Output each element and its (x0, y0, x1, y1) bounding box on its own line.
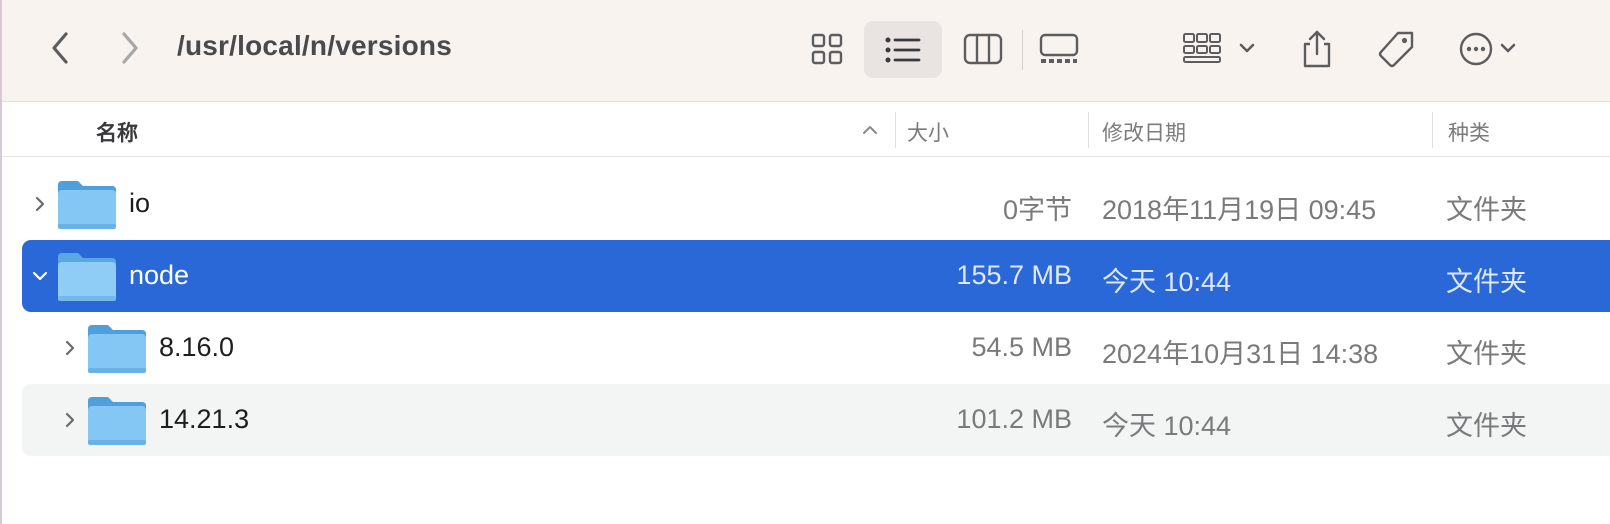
chevron-right-icon[interactable] (30, 194, 50, 214)
table-row[interactable]: 14.21.3 101.2 MB 今天 10:44 文件夹 (22, 384, 1610, 456)
row-name: io (129, 188, 151, 218)
gallery-view-button[interactable] (1034, 26, 1084, 72)
sort-ascending-icon[interactable] (860, 120, 880, 140)
folder-icon (88, 397, 146, 445)
row-name: 8.16.0 (159, 332, 235, 362)
row-name: 14.21.3 (159, 404, 250, 434)
column-view-button[interactable] (958, 26, 1008, 72)
row-kind: 文件夹 (1446, 267, 1527, 297)
column-header-size[interactable]: 大小 (907, 117, 949, 147)
row-size: 101.2 MB (956, 404, 1072, 434)
row-date: 2018年11月19日 09:45 (1102, 195, 1377, 225)
row-date: 2024年10月31日 14:38 (1102, 339, 1379, 369)
share-icon (1303, 30, 1331, 68)
column-divider[interactable] (1432, 112, 1433, 148)
tag-button[interactable] (1372, 26, 1420, 74)
row-kind: 文件夹 (1446, 195, 1527, 225)
folder-icon (58, 253, 116, 301)
ellipsis-circle-icon (1459, 32, 1516, 66)
table-row[interactable]: 8.16.0 54.5 MB 2024年10月31日 14:38 文件夹 (22, 312, 1610, 384)
share-button[interactable] (1294, 24, 1340, 74)
back-button[interactable] (40, 28, 80, 68)
row-size-cell: 101.2 MB (872, 384, 1072, 456)
more-actions-button[interactable] (1458, 26, 1530, 72)
grid-view-icon (811, 33, 843, 65)
group-menu-button[interactable] (1182, 26, 1264, 72)
table-row-selected[interactable]: node 155.7 MB 今天 10:44 文件夹 (22, 240, 1610, 312)
list-view-button[interactable] (864, 21, 942, 78)
row-size-cell: 0字节 (872, 168, 1072, 240)
forward-button[interactable] (110, 28, 150, 68)
row-kind: 文件夹 (1446, 339, 1527, 369)
folder-icon (88, 325, 146, 373)
chevron-right-icon[interactable] (60, 410, 80, 430)
chevron-left-icon (52, 32, 68, 64)
row-size: 54.5 MB (971, 332, 1072, 362)
table-row[interactable]: io 0字节 2018年11月19日 09:45 文件夹 (22, 168, 1610, 240)
column-header-name[interactable]: 名称 (96, 117, 138, 147)
column-divider[interactable] (1088, 112, 1089, 148)
list-view-icon (885, 37, 921, 62)
row-size-cell: 54.5 MB (872, 312, 1072, 384)
group-icon (1183, 33, 1255, 63)
column-view-icon (963, 33, 1003, 65)
chevron-down-icon[interactable] (30, 266, 50, 286)
chevron-right-icon[interactable] (60, 338, 80, 358)
tag-icon (1378, 31, 1414, 68)
row-size-cell: 155.7 MB (872, 240, 1072, 312)
row-size: 0字节 (1002, 195, 1072, 225)
column-header-kind[interactable]: 种类 (1448, 117, 1490, 147)
path-title: /usr/local/n/versions (177, 30, 452, 61)
chevron-right-icon (122, 32, 138, 64)
gallery-view-icon (1039, 33, 1079, 63)
column-divider[interactable] (895, 112, 896, 148)
row-size: 155.7 MB (956, 260, 1072, 290)
row-date: 今天 10:44 (1102, 267, 1232, 297)
folder-icon (58, 181, 116, 229)
row-date: 今天 10:44 (1102, 411, 1232, 441)
row-name: node (129, 260, 190, 290)
toolbar-separator (1022, 30, 1023, 70)
toolbar: /usr/local/n/versions (2, 0, 1610, 102)
row-kind: 文件夹 (1446, 411, 1527, 441)
grid-view-button[interactable] (802, 26, 852, 72)
column-header-date[interactable]: 修改日期 (1102, 117, 1186, 147)
column-header: 名称 大小 修改日期 种类 (2, 102, 1610, 157)
